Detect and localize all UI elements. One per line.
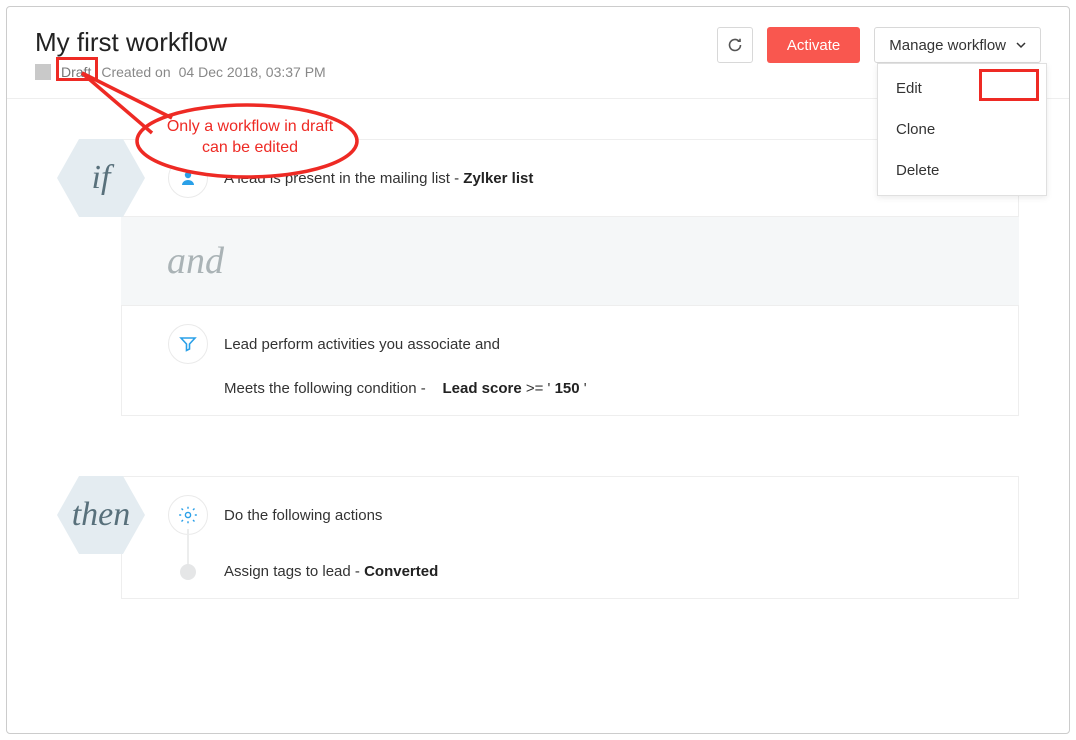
condition2-detail: Meets the following condition - Lead sco… xyxy=(224,380,992,397)
then-block: then Do the following actions xyxy=(57,476,1019,599)
timeline-dot-icon xyxy=(180,564,196,580)
annotation-text: Only a workflow in draft can be edited xyxy=(155,117,345,159)
manage-workflow-button[interactable]: Manage workflow xyxy=(874,27,1041,63)
action-card: Do the following actions Assign tags to … xyxy=(121,476,1019,599)
created-label: Created on xyxy=(101,64,170,80)
refresh-icon xyxy=(727,37,743,53)
action-text: Assign tags to lead - Converted xyxy=(224,563,438,580)
annotation-callout: Only a workflow in draft can be edited xyxy=(127,103,367,198)
dropdown-item-edit[interactable]: Edit xyxy=(878,68,1046,109)
dropdown-item-delete[interactable]: Delete xyxy=(878,150,1046,191)
manage-workflow-label: Manage workflow xyxy=(889,37,1006,54)
chevron-down-icon xyxy=(1016,40,1026,50)
refresh-button[interactable] xyxy=(717,27,753,63)
and-label: and xyxy=(121,217,1019,305)
status-square-icon xyxy=(35,64,51,80)
condition-card-2: Lead perform activities you associate an… xyxy=(121,305,1019,416)
funnel-icon xyxy=(168,324,208,364)
manage-dropdown: Edit Clone Delete xyxy=(877,63,1047,196)
page-title: My first workflow xyxy=(35,27,717,58)
dropdown-item-clone[interactable]: Clone xyxy=(878,109,1046,150)
actions-title: Do the following actions xyxy=(224,507,382,524)
created-date: 04 Dec 2018, 03:37 PM xyxy=(179,64,326,80)
condition2-title: Lead perform activities you associate an… xyxy=(224,336,500,353)
activate-button[interactable]: Activate xyxy=(767,27,860,63)
